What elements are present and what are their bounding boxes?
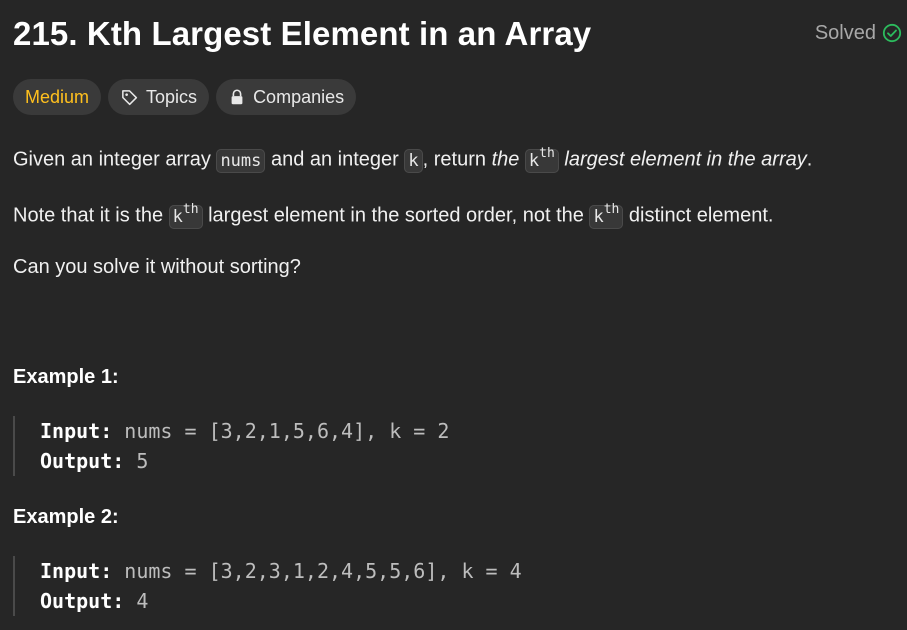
companies-button[interactable]: Companies bbox=[216, 79, 357, 115]
lock-icon bbox=[228, 88, 246, 106]
superscript: th bbox=[603, 202, 620, 217]
text: Given an integer array bbox=[13, 148, 217, 171]
input-value: nums = [3,2,3,1,2,4,5,5,6], k = 4 bbox=[124, 559, 522, 583]
output-label: Output: bbox=[40, 449, 125, 473]
text: k bbox=[172, 206, 183, 227]
inline-code-kth: kth bbox=[168, 202, 203, 229]
text: k bbox=[528, 150, 540, 171]
solved-status: Solved bbox=[815, 20, 902, 46]
topics-label: Topics bbox=[146, 86, 198, 107]
text: . bbox=[806, 148, 813, 171]
inline-code-kth: kth bbox=[589, 202, 624, 229]
output-value: 5 bbox=[136, 449, 149, 473]
emphasis-text: largest element in the array bbox=[558, 148, 807, 171]
example-2-block: Input: nums = [3,2,3,1,2,4,5,5,6], k = 4… bbox=[13, 556, 522, 616]
description-paragraph-1: Given an integer array nums and an integ… bbox=[13, 142, 812, 175]
inline-code-k: k bbox=[404, 148, 423, 173]
input-label: Input: bbox=[40, 419, 113, 443]
description-paragraph-3: Can you solve it without sorting? bbox=[13, 256, 301, 278]
inline-code-nums: nums bbox=[216, 148, 266, 173]
solved-label: Solved bbox=[814, 22, 876, 44]
example-1-title: Example 1: bbox=[13, 366, 119, 388]
superscript: th bbox=[539, 146, 555, 161]
inline-code-kth: kth bbox=[524, 146, 559, 173]
example-output-line: Output: 4 bbox=[40, 586, 513, 616]
input-label: Input: bbox=[40, 559, 113, 583]
input-value: nums = [3,2,1,5,6,4], k = 2 bbox=[124, 419, 450, 443]
check-circle-icon bbox=[882, 23, 902, 43]
problem-header: 215. Kth Largest Element in an Array Sol… bbox=[13, 12, 902, 56]
tag-icon bbox=[120, 88, 139, 107]
example-input-line: Input: nums = [3,2,3,1,2,4,5,5,6], k = 4 bbox=[40, 556, 522, 586]
text: largest element in the sorted order, not… bbox=[202, 204, 590, 227]
companies-label: Companies bbox=[253, 86, 345, 107]
description-paragraph-2: Note that it is the kth largest element … bbox=[13, 198, 773, 231]
emphasis-text: the bbox=[491, 148, 525, 171]
example-2-title: Example 2: bbox=[13, 506, 119, 528]
output-value: 4 bbox=[136, 589, 149, 613]
superscript: th bbox=[182, 202, 199, 217]
text: , return bbox=[422, 148, 492, 171]
problem-title: 215. Kth Largest Element in an Array bbox=[13, 15, 592, 52]
text: distinct element. bbox=[623, 204, 774, 227]
text: and an integer bbox=[265, 148, 405, 171]
output-label: Output: bbox=[40, 589, 125, 613]
example-output-line: Output: 5 bbox=[40, 446, 513, 476]
difficulty-badge: Medium bbox=[13, 79, 102, 115]
difficulty-label: Medium bbox=[25, 86, 90, 107]
topics-button[interactable]: Topics bbox=[108, 79, 210, 115]
example-1-block: Input: nums = [3,2,1,5,6,4], k = 2 Outpu… bbox=[13, 416, 513, 476]
text: k bbox=[593, 206, 604, 227]
example-input-line: Input: nums = [3,2,1,5,6,4], k = 2 bbox=[40, 416, 513, 446]
problem-tags: Medium Topics Companies bbox=[13, 79, 357, 115]
text: Note that it is the bbox=[13, 204, 169, 227]
